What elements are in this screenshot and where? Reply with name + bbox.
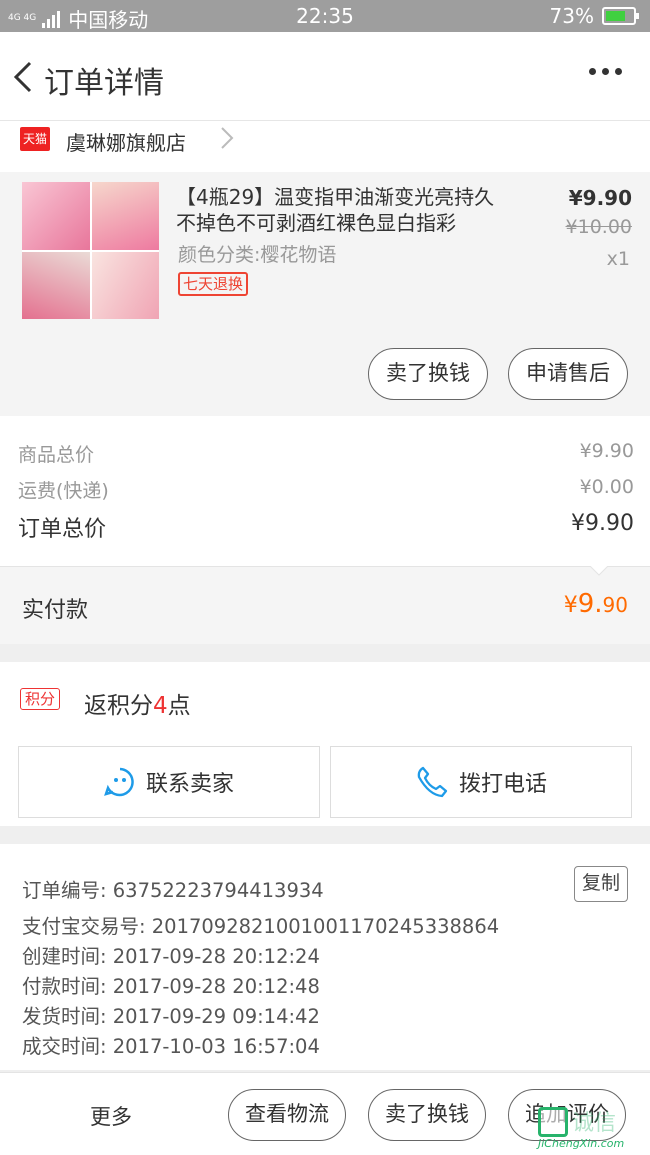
order-info: 订单编号: 63752223794413934 复制 支付宝交易号: 20170…: [0, 844, 650, 1070]
points-text: 返积分4点: [84, 686, 191, 720]
points-badge: 积分: [20, 688, 61, 710]
watermark-logo-icon: [538, 1107, 568, 1137]
chevron-right-icon: [221, 127, 234, 149]
order-total-value: ¥9.90: [571, 511, 634, 536]
paid-integer: 9.: [577, 589, 603, 619]
points-suffix: 点: [167, 693, 191, 719]
store-name: 虞琳娜旗舰店: [66, 131, 186, 155]
points-section: 积分 返积分4点 联系卖家 拨打电话: [0, 662, 650, 826]
more-button[interactable]: 更多: [90, 1101, 132, 1131]
resell-button[interactable]: 卖了换钱: [368, 348, 488, 400]
store-row[interactable]: 天猫 虞琳娜旗舰店: [0, 120, 650, 172]
more-dots-icon[interactable]: [589, 68, 622, 75]
battery-icon: [602, 7, 639, 25]
order-number: 订单编号: 63752223794413934: [22, 879, 324, 902]
notch-marker: [590, 566, 608, 576]
shipping-row: 运费(快递) ¥0.00: [18, 476, 634, 503]
page-title: 订单详情: [44, 66, 164, 101]
shipped-time: 发货时间: 2017-09-29 09:14:42: [22, 1005, 320, 1028]
chat-smile-icon: [104, 767, 134, 797]
product-spec: 颜色分类:樱花物语: [178, 244, 337, 266]
status-bar: 4G 4G 中国移动 22:35 73%: [0, 0, 650, 32]
battery-percent: 73%: [549, 4, 594, 28]
copy-button[interactable]: 复制: [574, 866, 628, 902]
contact-seller-label: 联系卖家: [145, 772, 234, 797]
shipping-value: ¥0.00: [579, 476, 634, 498]
paid-currency: ¥: [563, 593, 578, 618]
created-time: 创建时间: 2017-09-28 20:12:24: [22, 945, 320, 968]
product-title: 【4瓶29】温变指甲油渐变光亮持久不掉色不可剥酒红裸色显白指彩: [176, 185, 495, 235]
alipay-trade-number: 支付宝交易号: 2017092821001001170245338864: [22, 915, 500, 938]
phone-icon: [417, 766, 448, 798]
contact-seller-button[interactable]: 联系卖家: [18, 746, 320, 818]
tmall-logo-icon: 天猫: [20, 127, 50, 151]
goods-total-value: ¥9.90: [579, 440, 634, 462]
product-original-price: ¥10.00: [565, 216, 632, 238]
watermark-text: 诚信: [572, 1111, 617, 1136]
call-phone-label: 拨打电话: [458, 772, 547, 797]
product-card[interactable]: 【4瓶29】温变指甲油渐变光亮持久不掉色不可剥酒红裸色显白指彩 颜色分类:樱花物…: [0, 172, 650, 416]
paid-decimal: 90: [602, 593, 628, 617]
product-price: ¥9.90: [568, 186, 632, 210]
points-value: 4: [153, 693, 168, 719]
order-total-row: 订单总价 ¥9.90: [18, 511, 634, 543]
return-policy-badge: 七天退换: [178, 272, 249, 296]
order-total-label: 订单总价: [18, 517, 107, 542]
goods-total-row: 商品总价 ¥9.90: [18, 440, 634, 467]
after-sale-button[interactable]: 申请售后: [508, 348, 628, 400]
paid-amount: ¥9.90: [564, 589, 628, 619]
back-chevron-icon[interactable]: [10, 60, 40, 94]
points-prefix: 返积分: [84, 693, 153, 719]
price-summary: 商品总价 ¥9.90 运费(快递) ¥0.00 订单总价 ¥9.90 实付款 ¥…: [0, 416, 650, 644]
resell-bottom-button[interactable]: 卖了换钱: [368, 1089, 486, 1141]
completed-time: 成交时间: 2017-10-03 16:57:04: [22, 1035, 320, 1058]
paid-amount-row: 实付款 ¥9.90: [0, 566, 650, 644]
product-thumbnail[interactable]: [22, 182, 159, 319]
call-phone-button[interactable]: 拨打电话: [330, 746, 632, 818]
paid-time: 付款时间: 2017-09-28 20:12:48: [22, 975, 320, 998]
goods-total-label: 商品总价: [18, 444, 95, 466]
watermark-url: JiChengXin.com: [538, 1137, 625, 1150]
paid-label: 实付款: [22, 598, 89, 623]
view-logistics-button[interactable]: 查看物流: [228, 1089, 346, 1141]
product-quantity: x1: [606, 248, 630, 270]
site-watermark: 诚信 JiChengXin.com: [538, 1103, 648, 1153]
shipping-label: 运费(快递): [18, 480, 109, 502]
header-bar: 订单详情: [0, 32, 650, 120]
